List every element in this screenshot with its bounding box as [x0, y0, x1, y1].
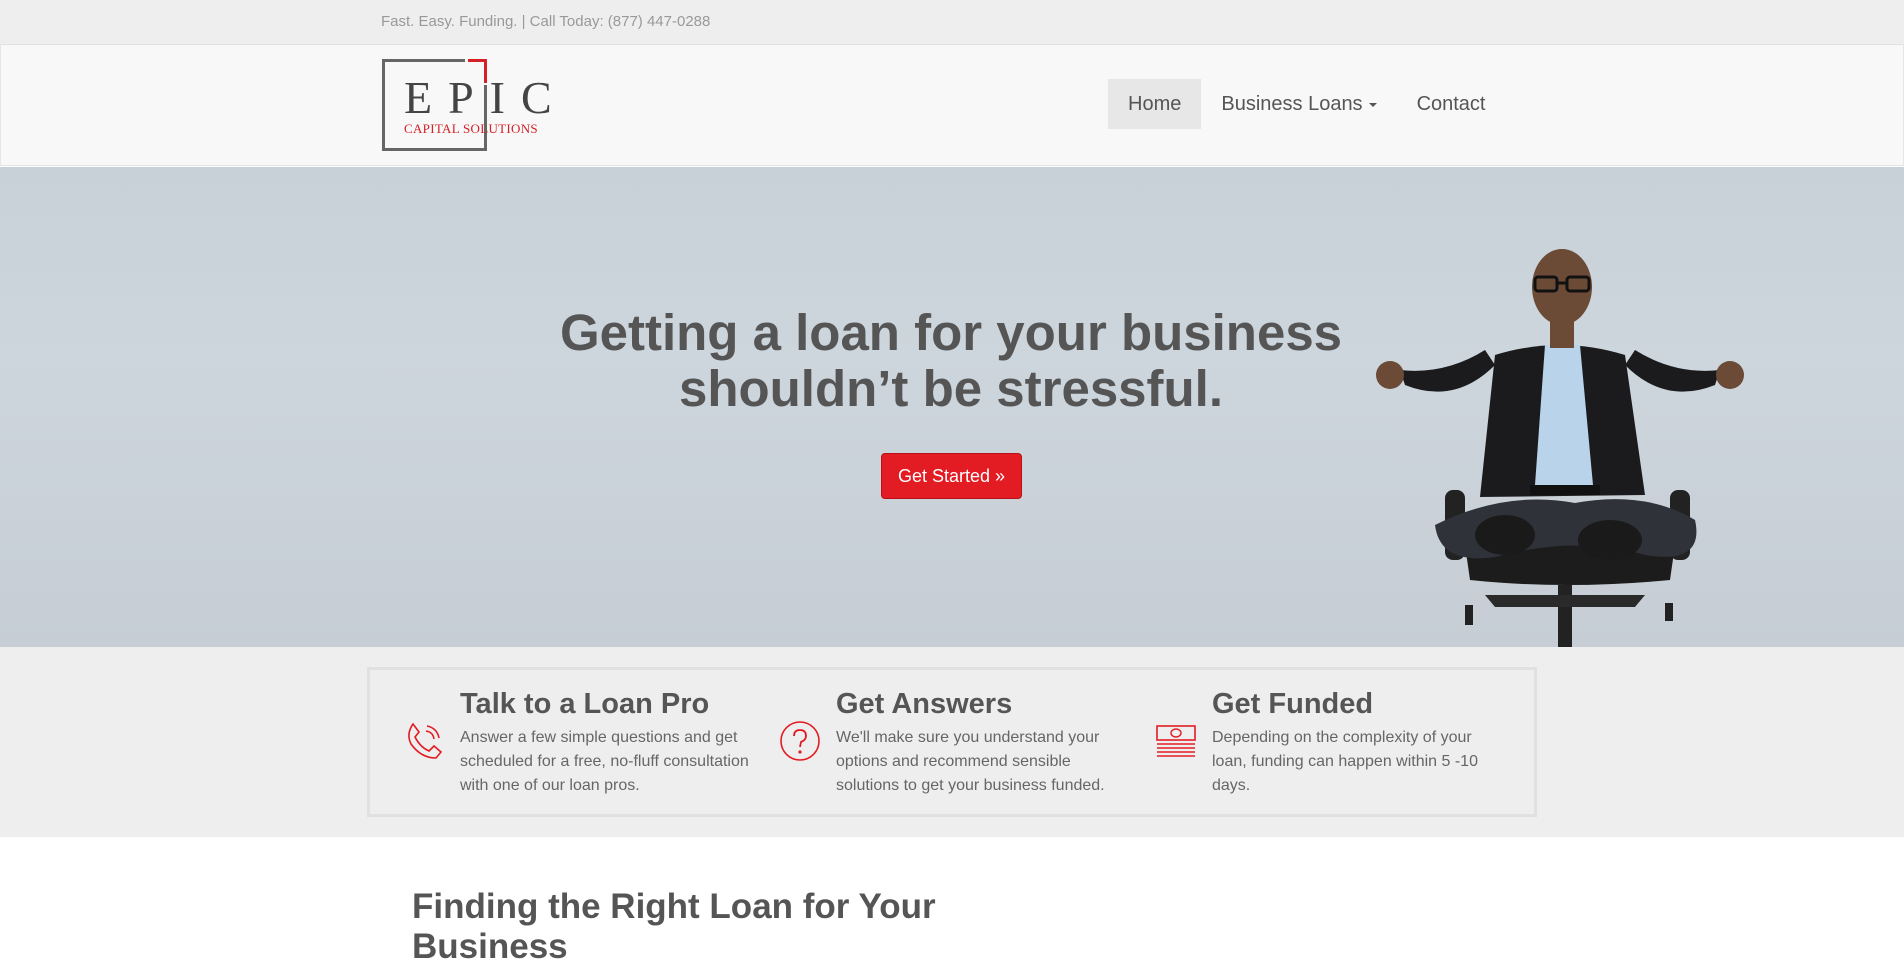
- nav-business-loans[interactable]: Business Loans: [1201, 79, 1396, 129]
- features-box: Talk to a Loan Pro Answer a few simple q…: [367, 667, 1537, 817]
- navbar: EPIC CAPITAL SOLUTIONS Home Business Loa…: [0, 45, 1904, 166]
- question-icon: [780, 721, 820, 761]
- logo-subtitle: CAPITAL SOLUTIONS: [404, 121, 538, 136]
- get-started-button[interactable]: Get Started »: [881, 453, 1022, 499]
- loan-section: Finding the Right Loan for Your Business: [0, 837, 1904, 966]
- tagline: Fast. Easy. Funding. | Call Today: (877)…: [381, 13, 711, 30]
- phone-icon: [408, 722, 443, 759]
- nav-business-loans-label: Business Loans: [1221, 93, 1363, 115]
- feature-title: Get Funded: [1212, 688, 1374, 720]
- feature-talk: Talk to a Loan Pro Answer a few simple q…: [370, 670, 749, 814]
- nav-contact[interactable]: Contact: [1397, 79, 1506, 129]
- top-bar: Fast. Easy. Funding. | Call Today: (877)…: [0, 0, 1904, 45]
- meditating-man-image: [1376, 249, 1744, 647]
- section-heading: Finding the Right Loan for Your Business: [412, 887, 936, 966]
- main-nav: Home Business Loans Contact: [1108, 79, 1506, 129]
- feature-text: Depending on the complexity of your loan…: [1212, 729, 1478, 794]
- feature-text: Answer a few simple questions and get sc…: [460, 729, 749, 794]
- feature-title: Talk to a Loan Pro: [460, 688, 710, 720]
- caret-down-icon: [1368, 102, 1377, 107]
- hero-headline: Getting a loan for your business shouldn…: [559, 304, 1343, 417]
- features-section: Talk to a Loan Pro Answer a few simple q…: [0, 647, 1904, 837]
- feature-title: Get Answers: [836, 688, 1013, 720]
- money-icon: [1156, 725, 1196, 757]
- feature-funded: Get Funded Depending on the complexity o…: [1122, 670, 1498, 814]
- feature-answers: Get Answers We'll make sure you understa…: [746, 670, 1122, 814]
- logo-wordmark: EPIC: [404, 72, 568, 123]
- feature-text: We'll make sure you understand your opti…: [836, 729, 1105, 794]
- logo-frame-top: [385, 59, 465, 62]
- logo[interactable]: EPIC CAPITAL SOLUTIONS: [382, 59, 552, 153]
- nav-home[interactable]: Home: [1108, 79, 1202, 129]
- hero-banner: Getting a loan for your business shouldn…: [0, 167, 1904, 647]
